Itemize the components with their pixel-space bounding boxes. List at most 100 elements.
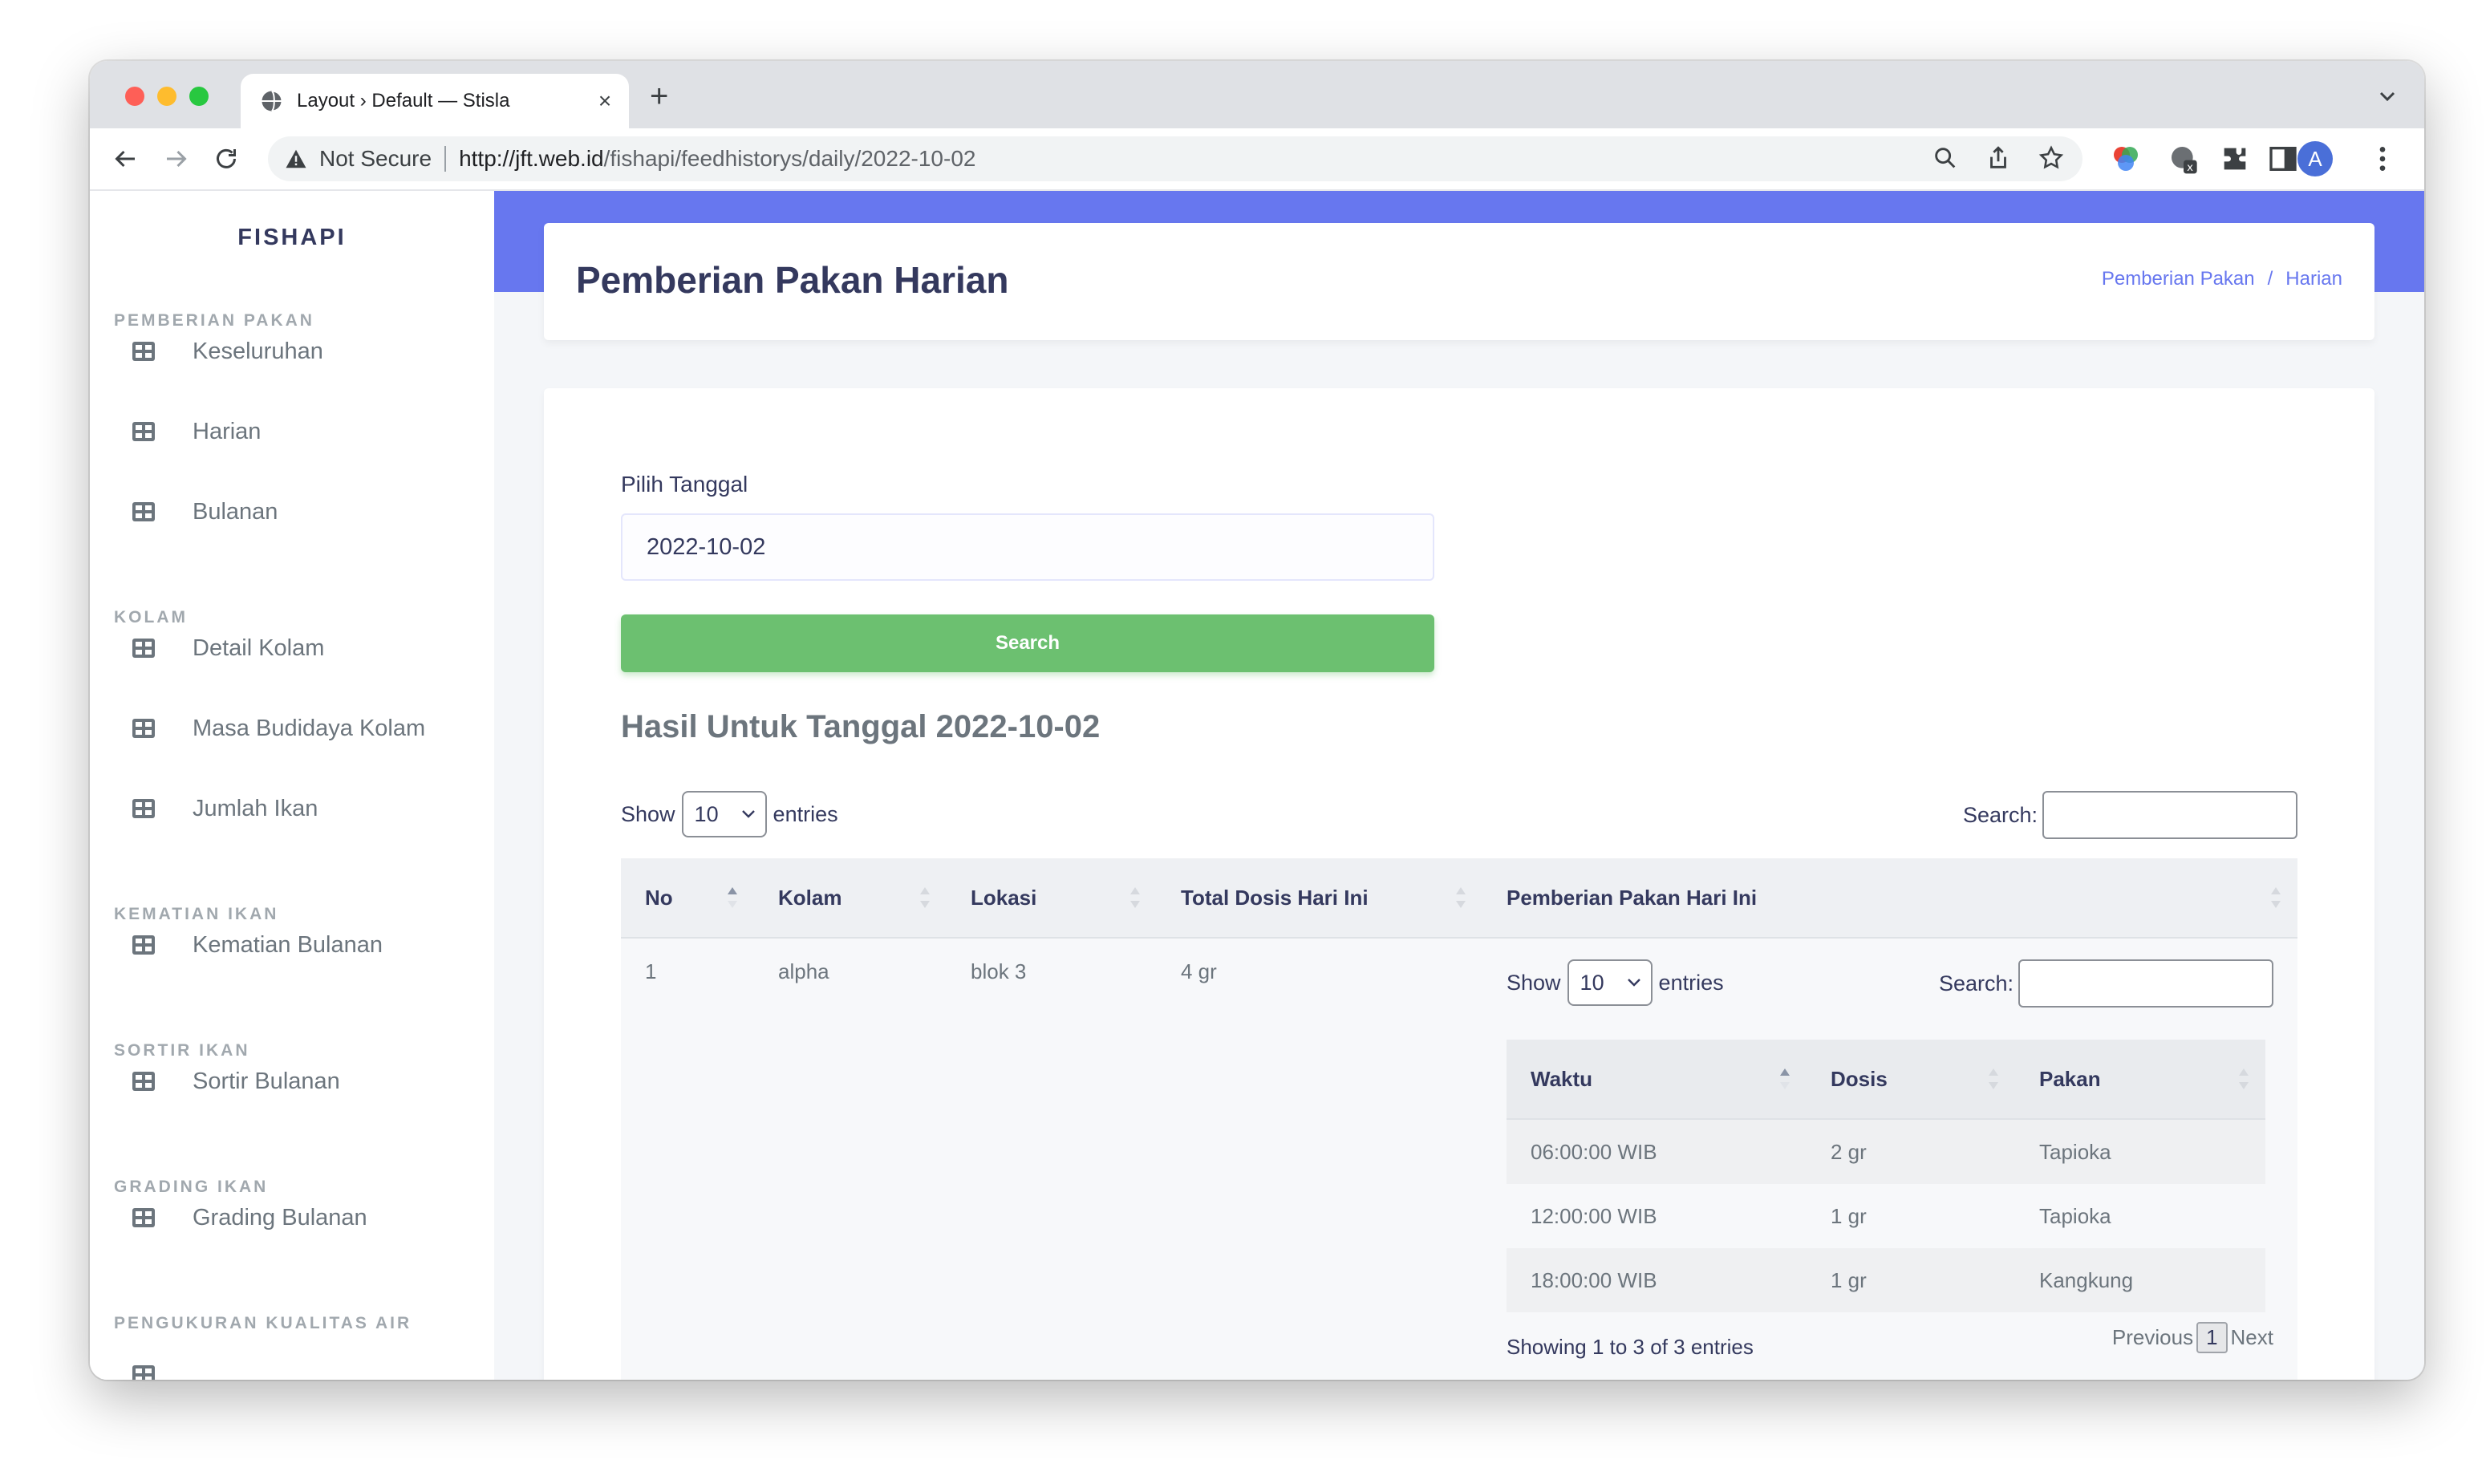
cell-no: 1	[621, 938, 754, 1380]
search-button[interactable]: Search	[621, 614, 1434, 672]
column-header-pakan[interactable]: Pakan	[2015, 1040, 2265, 1120]
sidebar-item-kematian-bulanan[interactable]: Kematian Bulanan	[132, 921, 383, 969]
sidebar-item-harian[interactable]: Harian	[132, 407, 261, 456]
column-header-kolam[interactable]: Kolam	[754, 858, 947, 939]
bookmark-star-icon[interactable]	[2038, 144, 2065, 172]
sidebar-item-label: Harian	[193, 418, 262, 444]
table-row: 1 alpha blok 3 4 gr Show 10 entries Sear…	[621, 938, 2297, 1380]
column-header-total-dosis[interactable]: Total Dosis Hari Ini	[1157, 858, 1482, 939]
extension-badge-icon[interactable]: x	[2168, 143, 2200, 175]
table-grid-icon	[132, 422, 155, 441]
cell-pakan: Tapioka	[2015, 1119, 2265, 1184]
table-grid-icon	[132, 342, 155, 361]
page-length-select[interactable]: 10	[681, 791, 767, 837]
sidebar-item-label: Sortir Bulanan	[193, 1068, 340, 1094]
page-length-value: 10	[694, 801, 719, 826]
table-row: 06:00:00 WIB 2 gr Tapioka	[1507, 1119, 2265, 1184]
table-grid-icon	[132, 1365, 155, 1380]
cell-waktu: 12:00:00 WIB	[1507, 1184, 1807, 1248]
side-panel-icon[interactable]	[2267, 143, 2299, 175]
sidebar-item-grading-bulanan[interactable]: Grading Bulanan	[132, 1194, 367, 1242]
sort-arrows-icon	[1456, 887, 1466, 908]
date-input[interactable]	[621, 513, 1434, 581]
breadcrumb: Pemberian Pakan / Harian	[2102, 268, 2342, 290]
brand-logo[interactable]: FISHAPI	[90, 225, 494, 251]
table-grid-icon	[132, 502, 155, 521]
page-title: Pemberian Pakan Harian	[576, 259, 1009, 301]
column-header-no[interactable]: No	[621, 858, 754, 939]
new-tab-button[interactable]: +	[650, 80, 668, 112]
share-icon[interactable]	[1985, 144, 2012, 172]
cell-total-dosis: 4 gr	[1157, 938, 1482, 1380]
address-bar[interactable]: Not Secure http://jft.web.id/fishapi/fee…	[268, 136, 2082, 181]
results-table: No Kolam Lokasi Total Dosis Hari Ini Pem…	[621, 858, 2297, 1380]
sidebar-item-sortir-bulanan[interactable]: Sortir Bulanan	[132, 1057, 340, 1105]
cell-pakan: Kangkung	[2015, 1248, 2265, 1312]
warning-icon	[286, 149, 306, 168]
table-row: 18:00:00 WIB 1 gr Kangkung	[1507, 1248, 2265, 1312]
column-header-pemberian-pakan[interactable]: Pemberian Pakan Hari Ini	[1482, 858, 2297, 939]
next-page-button[interactable]: Next	[2231, 1325, 2273, 1350]
cell-dosis: 1 gr	[1807, 1184, 2015, 1248]
minimize-window-button[interactable]	[157, 87, 176, 106]
show-label: Show	[1507, 970, 1561, 995]
close-window-button[interactable]	[125, 87, 144, 106]
profile-avatar[interactable]: A	[2297, 141, 2333, 176]
sort-arrows-icon	[2239, 1068, 2249, 1089]
nested-search-input[interactable]	[2018, 959, 2273, 1008]
nested-page-length-select[interactable]: 10	[1567, 959, 1653, 1006]
sidebar-item-bulanan[interactable]: Bulanan	[132, 488, 278, 536]
sidebar-item-masa-budidaya-kolam[interactable]: Masa Budidaya Kolam	[132, 704, 425, 752]
url-text[interactable]: http://jft.web.id/fishapi/feedhistorys/d…	[459, 146, 975, 172]
table-grid-icon	[132, 1208, 155, 1227]
column-header-lokasi[interactable]: Lokasi	[947, 858, 1157, 939]
url-divider	[444, 146, 447, 172]
sidebar: FISHAPI PEMBERIAN PAKAN Keseluruhan Hari…	[90, 191, 494, 1380]
table-search-input[interactable]	[2042, 791, 2297, 839]
page-length-control: Show 10 entries	[621, 791, 838, 837]
zoom-window-button[interactable]	[189, 87, 209, 106]
cell-waktu: 06:00:00 WIB	[1507, 1119, 1807, 1184]
forward-arrow-icon[interactable]	[162, 144, 191, 173]
cell-waktu: 18:00:00 WIB	[1507, 1248, 1807, 1312]
page-length-value: 10	[1580, 970, 1604, 995]
results-title: Hasil Untuk Tanggal 2022-10-02	[621, 709, 1101, 744]
table-grid-icon	[132, 639, 155, 658]
previous-page-button[interactable]: Previous	[2112, 1325, 2193, 1350]
sort-arrows-icon	[1989, 1068, 1998, 1089]
svg-text:x: x	[2187, 162, 2193, 174]
breadcrumb-item-pemberian-pakan[interactable]: Pemberian Pakan	[2102, 268, 2255, 290]
search-label: Search:	[1938, 971, 2013, 995]
sidebar-item-detail-kolam[interactable]: Detail Kolam	[132, 624, 324, 672]
web-page: FISHAPI PEMBERIAN PAKAN Keseluruhan Hari…	[90, 191, 2424, 1380]
breadcrumb-item-harian[interactable]: Harian	[2285, 268, 2342, 290]
nested-feeding-table: Show 10 entries Search: Waktu Dosis Paka…	[1507, 959, 2273, 1380]
browser-toolbar: Not Secure http://jft.web.id/fishapi/fee…	[90, 128, 2424, 191]
sidebar-item-label: Masa Budidaya Kolam	[193, 715, 426, 741]
sidebar-item-keseluruhan[interactable]: Keseluruhan	[132, 327, 323, 375]
kebab-menu-icon[interactable]	[2366, 143, 2399, 175]
sidebar-item-label: Kematian Bulanan	[193, 931, 383, 958]
sidebar-item-partial[interactable]	[132, 1351, 156, 1380]
puzzle-extensions-icon[interactable]	[2219, 143, 2251, 175]
section-header: Pemberian Pakan Harian Pemberian Pakan /…	[544, 223, 2374, 340]
breadcrumb-separator: /	[2267, 268, 2273, 290]
page-1-button[interactable]: 1	[2196, 1322, 2228, 1353]
column-header-waktu[interactable]: Waktu	[1507, 1040, 1807, 1120]
pagination: Previous 1 Next	[2112, 1322, 2273, 1353]
back-arrow-icon[interactable]	[111, 144, 140, 173]
cell-lokasi: blok 3	[947, 938, 1157, 1380]
chevron-down-icon[interactable]	[2374, 83, 2400, 109]
cell-pakan: Tapioka	[2015, 1184, 2265, 1248]
browser-tab[interactable]: Layout › Default — Stisla ×	[241, 74, 629, 128]
zoom-icon[interactable]	[1932, 144, 1959, 172]
table-grid-icon	[132, 719, 155, 738]
column-header-dosis[interactable]: Dosis	[1807, 1040, 2015, 1120]
reload-icon[interactable]	[212, 144, 241, 173]
sidebar-item-jumlah-ikan[interactable]: Jumlah Ikan	[132, 785, 318, 833]
sort-ascending-icon	[728, 887, 737, 908]
color-picker-extension-icon[interactable]	[2110, 143, 2142, 175]
close-tab-icon[interactable]: ×	[589, 88, 621, 114]
security-label[interactable]: Not Secure	[319, 146, 432, 172]
globe-icon	[262, 90, 283, 112]
